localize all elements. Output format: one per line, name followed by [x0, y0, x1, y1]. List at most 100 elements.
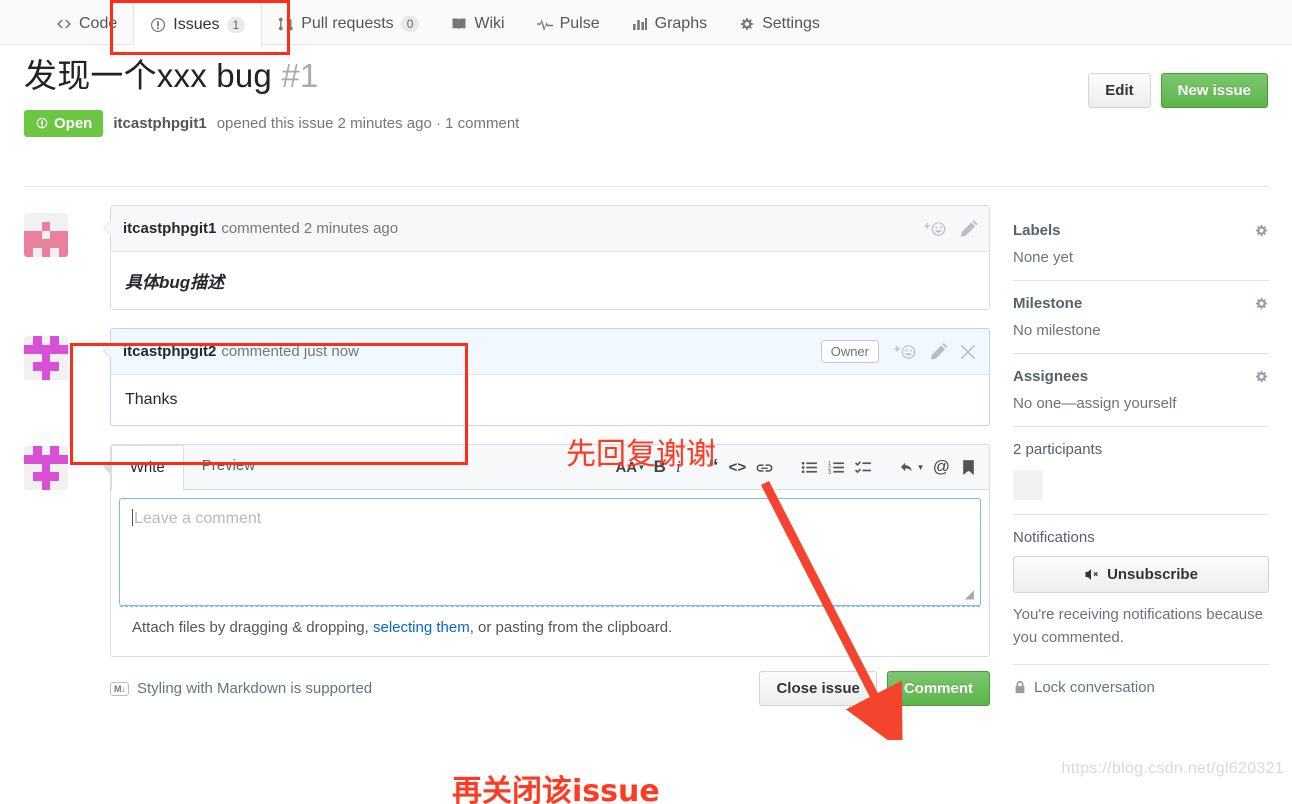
close-icon[interactable]: [959, 343, 977, 361]
unsubscribe-button[interactable]: Unsubscribe: [1013, 556, 1269, 593]
edit-comment-icon[interactable]: [929, 342, 947, 361]
milestone-value: No milestone: [1013, 322, 1101, 339]
bold-icon[interactable]: B: [654, 457, 666, 477]
nav-tab-label: Issues: [173, 15, 220, 33]
comment-form-buttons: Close issue Comment: [759, 671, 990, 706]
avatar[interactable]: [24, 336, 68, 380]
graph-icon: [632, 16, 648, 32]
header-divider: [24, 186, 1268, 187]
notifications-note: You're receiving notifications because y…: [1013, 606, 1263, 647]
code-icon[interactable]: <>: [729, 459, 747, 476]
sidebar-section-lock: Lock conversation: [1013, 679, 1269, 710]
lock-conversation-action[interactable]: Lock conversation: [1013, 679, 1269, 696]
nav-tab-label: Graphs: [654, 15, 708, 32]
attach-hint-suffix: , or pasting from the clipboard.: [469, 619, 673, 636]
issue-meta-author[interactable]: itcastphpgit1: [113, 115, 206, 132]
comment-header: itcastphpgit1 commented 2 minutes ago: [111, 206, 989, 252]
quote-icon[interactable]: “: [709, 457, 719, 477]
avatar[interactable]: [24, 446, 68, 490]
ordered-list-icon[interactable]: 123: [828, 459, 845, 476]
page-title: 发现一个xxx bug #1: [24, 55, 1268, 96]
lock-icon: [1015, 680, 1025, 694]
nav-tab-code[interactable]: Code: [40, 0, 133, 45]
sidebar-section-milestone: Milestone No milestone: [1013, 295, 1269, 354]
italic-icon[interactable]: i: [676, 457, 681, 477]
nav-tab-label: Wiki: [474, 15, 505, 32]
text-size-icon[interactable]: AA ▾: [615, 459, 643, 476]
comment-form-footer: M↓ Styling with Markdown is supported Cl…: [110, 671, 990, 706]
code-icon: [56, 16, 72, 32]
nav-tab-pull-requests[interactable]: Pull requests 0: [262, 0, 435, 45]
new-issue-button[interactable]: New issue: [1160, 73, 1268, 108]
add-reaction-icon[interactable]: [891, 343, 917, 361]
comment-actions: [921, 219, 977, 238]
tab-write[interactable]: Write: [111, 444, 184, 491]
nav-tab-graphs[interactable]: Graphs: [616, 0, 723, 45]
lock-conversation-label: Lock conversation: [1034, 678, 1155, 696]
participants-count: 2 participants: [1013, 441, 1103, 458]
tab-preview[interactable]: Preview: [184, 444, 273, 490]
nav-tab-pulse[interactable]: Pulse: [521, 0, 616, 45]
avatar[interactable]: [24, 213, 68, 257]
markdown-toolbar: AA ▾ B i “ <> 1 2 3 ▾ @: [601, 457, 989, 477]
mention-icon[interactable]: @: [933, 457, 950, 477]
nav-tab-counter: 1: [226, 16, 246, 33]
nav-tab-issues[interactable]: Issues 1: [133, 0, 263, 46]
comment-form-box: Write Preview AA ▾ B i “ <> 1 2 3 ▾ @ Le…: [103, 444, 990, 706]
sidebar-section-assignees: Assignees No one—assign yourself: [1013, 368, 1269, 427]
assignees-header: Assignees: [1013, 368, 1269, 385]
issue-opened-icon: [150, 17, 166, 33]
gear-icon[interactable]: [1254, 296, 1269, 311]
assignees-title: Assignees: [1013, 368, 1089, 385]
select-files-link[interactable]: selecting them: [373, 619, 470, 636]
status-badge-label: Open: [54, 115, 93, 133]
write-preview-tabs: Write Preview AA ▾ B i “ <> 1 2 3 ▾ @: [103, 444, 990, 491]
issue-header: 发现一个xxx bug #1 Open itcastphpgit1 opened…: [24, 55, 1268, 138]
edit-button[interactable]: Edit: [1088, 73, 1151, 108]
edit-comment-icon[interactable]: [959, 219, 977, 238]
task-list-icon[interactable]: [855, 459, 872, 476]
issue-sidebar: Labels None yet Milestone No milestone A…: [1013, 222, 1269, 724]
pulse-icon: [536, 16, 553, 32]
saved-replies-icon[interactable]: [960, 459, 977, 476]
comment-editor-wrap: Leave a comment ◢ Attach files by draggi…: [110, 490, 990, 657]
assignees-value[interactable]: No one—assign yourself: [1013, 395, 1269, 412]
markdown-supported-note: M↓ Styling with Markdown is supported: [110, 680, 372, 697]
text-caret: [132, 509, 133, 526]
resize-handle[interactable]: ◢: [965, 587, 974, 601]
annotation-then-close: 再关闭该issue: [452, 774, 660, 804]
comment-thread-item: itcastphpgit2 commented just now Owner T…: [24, 328, 990, 426]
nav-tab-label: Code: [79, 15, 118, 32]
reply-icon[interactable]: ▾: [900, 459, 923, 476]
unordered-list-icon[interactable]: [801, 459, 818, 476]
gear-icon[interactable]: [1254, 223, 1269, 238]
gear-icon[interactable]: [1254, 369, 1269, 384]
avatar[interactable]: [1013, 470, 1043, 500]
git-pull-request-icon: [278, 16, 294, 32]
comment-box: itcastphpgit1 commented 2 minutes ago 具体…: [103, 205, 990, 310]
add-reaction-icon[interactable]: [921, 220, 947, 238]
comment-body: 具体bug描述: [125, 273, 225, 292]
comment-timestamp: commented just now: [221, 343, 359, 360]
nav-tab-counter: 0: [400, 16, 420, 32]
link-icon[interactable]: [756, 459, 773, 476]
milestone-header: Milestone: [1013, 295, 1269, 312]
close-issue-button[interactable]: Close issue: [759, 671, 877, 706]
nav-tab-wiki[interactable]: Wiki: [435, 0, 520, 45]
labels-value: None yet: [1013, 249, 1074, 266]
unsubscribe-label: Unsubscribe: [1107, 566, 1198, 583]
comment-author[interactable]: itcastphpgit2: [123, 343, 216, 360]
comment-input[interactable]: Leave a comment ◢: [119, 498, 981, 606]
issue-header-actions: Edit New issue: [1088, 73, 1268, 108]
comment-actions: Owner: [820, 340, 977, 363]
issue-number: #1: [281, 57, 319, 94]
sidebar-section-labels: Labels None yet: [1013, 222, 1269, 281]
labels-title: Labels: [1013, 222, 1061, 239]
owner-badge: Owner: [820, 340, 879, 363]
mute-icon: [1085, 569, 1098, 580]
comment-author[interactable]: itcastphpgit1: [123, 220, 216, 237]
watermark: https://blog.csdn.net/gl620321: [1061, 760, 1284, 777]
nav-tab-settings[interactable]: Settings: [723, 0, 836, 45]
comment-button[interactable]: Comment: [886, 671, 990, 706]
issue-title-text: 发现一个xxx bug: [24, 57, 272, 94]
